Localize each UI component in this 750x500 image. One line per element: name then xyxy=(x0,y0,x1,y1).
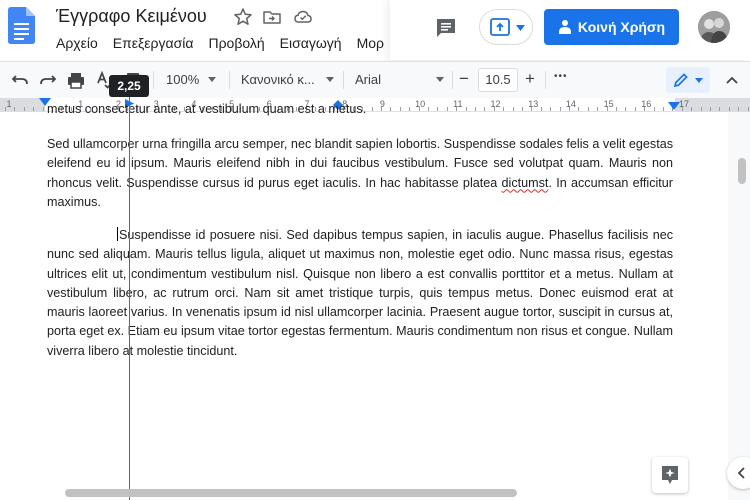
explore-icon xyxy=(662,466,678,484)
paragraph-2-text: Suspendisse id posuere nisi. Sed dapibus… xyxy=(47,228,673,358)
text-cursor xyxy=(117,227,119,241)
partial-line: metus consectetur ante, at vestibulum qu… xyxy=(47,102,367,116)
undo-icon[interactable] xyxy=(10,70,30,90)
ruler-tick xyxy=(14,107,16,111)
document-title[interactable]: Έγγραφο Κειμένου xyxy=(56,6,207,27)
avatar[interactable] xyxy=(698,11,730,43)
comment-icon[interactable] xyxy=(434,16,458,40)
horizontal-scrollbar[interactable] xyxy=(65,489,517,497)
paragraph-1[interactable]: Sed ullamcorper urna fringilla arcu semp… xyxy=(47,135,673,212)
edit-mode-icon xyxy=(673,73,688,88)
ruler-tick xyxy=(747,107,749,111)
menu-format[interactable]: Μορ xyxy=(357,35,392,51)
font-size-input[interactable]: 10.5 xyxy=(478,68,518,92)
share-lock-icon xyxy=(558,20,571,34)
ruler-number: 17 xyxy=(678,99,690,109)
ruler-number: 1 xyxy=(6,99,12,109)
menu-bar: Αρχείο Επεξεργασία Προβολή Εισαγωγή Μορ xyxy=(56,35,399,51)
move-folder-icon[interactable] xyxy=(262,7,282,27)
cloud-saved-icon[interactable] xyxy=(293,7,313,27)
menu-file[interactable]: Αρχείο xyxy=(56,35,106,51)
ruler-tick xyxy=(681,107,683,111)
increase-font-size-button[interactable]: + xyxy=(525,69,535,89)
ruler-tick xyxy=(691,107,693,111)
indent-guide-line xyxy=(129,97,130,500)
chevron-down-icon xyxy=(516,25,525,31)
toolbar-separator xyxy=(452,71,453,89)
docs-logo[interactable] xyxy=(8,7,35,44)
ruler-tick xyxy=(42,107,44,111)
toolbar-separator xyxy=(153,71,154,89)
print-icon[interactable] xyxy=(66,70,86,90)
title-actions: Κοινή Χρήση xyxy=(390,0,750,60)
ruler-tick xyxy=(710,107,711,111)
paragraph-style-select[interactable]: Κανονικό κ... xyxy=(241,72,315,87)
toolbar-separator xyxy=(229,71,230,89)
ruler-tick xyxy=(738,107,740,111)
vertical-scrollbar[interactable] xyxy=(738,158,746,184)
spelling-error[interactable]: dictumst xyxy=(502,176,549,190)
zoom-select[interactable]: 100% xyxy=(166,72,199,87)
document-page[interactable]: metus consectetur ante, at vestibulum qu… xyxy=(0,102,728,500)
chevron-down-icon xyxy=(436,77,444,82)
menu-edit[interactable]: Επεξεργασία xyxy=(113,35,202,51)
toolbar-separator xyxy=(545,71,546,89)
document-canvas: metus consectetur ante, at vestibulum qu… xyxy=(0,102,750,500)
collapse-icon[interactable] xyxy=(722,70,742,90)
google-docs-window: Έγγραφο Κειμένου Αρχείο Επεξεργασία Προβ… xyxy=(0,0,750,500)
chevron-down-icon xyxy=(208,77,216,82)
menu-insert[interactable]: Εισαγωγή xyxy=(280,35,350,51)
font-select[interactable]: Arial xyxy=(355,72,381,87)
explore-button[interactable] xyxy=(652,457,688,493)
ruler-tick xyxy=(5,107,6,111)
paragraph-2-indent xyxy=(47,228,117,242)
ruler-tooltip: 2,25 xyxy=(109,75,149,97)
star-icon[interactable] xyxy=(233,7,253,27)
toolbar-separator xyxy=(343,71,344,89)
ruler-tick xyxy=(719,107,721,111)
chevron-down-icon xyxy=(695,78,703,83)
paragraph-2[interactable]: Suspendisse id posuere nisi. Sed dapibus… xyxy=(47,226,673,361)
present-icon xyxy=(490,18,510,36)
ruler-tick xyxy=(23,107,25,111)
share-label: Κοινή Χρήση xyxy=(577,19,666,35)
chevron-down-icon xyxy=(326,77,334,82)
edit-mode-button[interactable] xyxy=(666,67,710,93)
share-button[interactable]: Κοινή Χρήση xyxy=(544,9,679,45)
ruler-tick xyxy=(700,107,702,111)
title-bar: Έγγραφο Κειμένου Αρχείο Επεξεργασία Προβ… xyxy=(0,0,750,60)
ruler-tick xyxy=(33,107,35,111)
more-icon[interactable]: ••• xyxy=(554,71,568,82)
side-panel-icon xyxy=(737,467,745,479)
decrease-font-size-button[interactable]: − xyxy=(459,69,469,89)
present-button[interactable] xyxy=(479,9,533,45)
redo-icon[interactable] xyxy=(38,70,58,90)
ruler-tick xyxy=(728,107,730,111)
menu-view[interactable]: Προβολή xyxy=(208,35,272,51)
avatar-image xyxy=(698,11,730,43)
